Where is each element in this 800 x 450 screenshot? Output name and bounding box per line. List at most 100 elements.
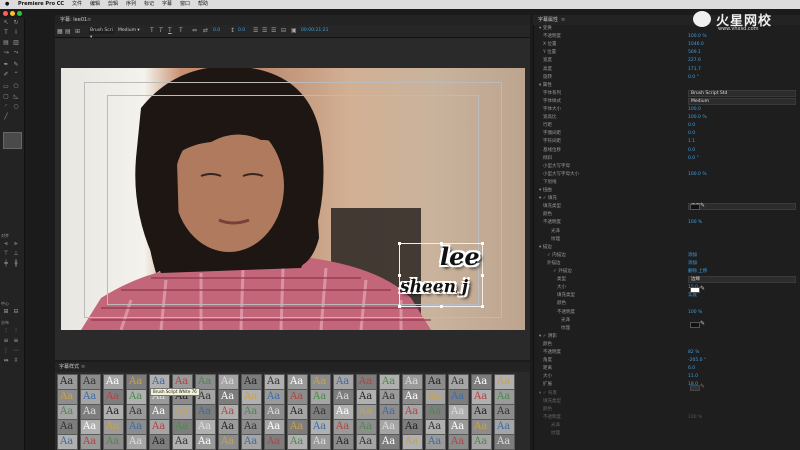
prop-dropdown[interactable]: Brush Script Std bbox=[688, 89, 796, 97]
style-swatch[interactable]: Aa bbox=[103, 404, 124, 420]
title-text-line-2[interactable]: sheen j bbox=[400, 277, 468, 297]
style-swatch[interactable]: Aa bbox=[57, 434, 78, 450]
eyedropper-icon[interactable]: ✎ bbox=[700, 202, 705, 209]
roll-crawl-icon[interactable]: ▤ bbox=[65, 28, 71, 35]
style-swatch[interactable]: Aa bbox=[310, 404, 331, 420]
prop-value[interactable]: 添加 bbox=[688, 252, 697, 259]
style-swatch[interactable]: Aa bbox=[126, 404, 147, 420]
style-swatch[interactable]: Aa bbox=[379, 389, 400, 405]
tab-title-properties[interactable]: 字幕属性 bbox=[538, 15, 558, 25]
style-swatch[interactable]: Aa bbox=[494, 404, 515, 420]
menu-window[interactable]: 窗口 bbox=[180, 0, 190, 9]
shadow-color-swatch[interactable] bbox=[690, 322, 700, 328]
style-swatch[interactable]: Aa bbox=[310, 389, 331, 405]
center-horizontal-icon[interactable]: ⊞ bbox=[3, 309, 9, 315]
style-swatch[interactable]: Aa bbox=[310, 434, 331, 450]
style-swatch[interactable]: Aa bbox=[425, 419, 446, 435]
style-swatch[interactable]: Aa bbox=[126, 374, 147, 390]
distribute-right-icon[interactable]: ⫶ bbox=[13, 328, 19, 334]
style-swatch[interactable]: Aa bbox=[356, 419, 377, 435]
align-left-icon[interactable]: ⫷ bbox=[3, 241, 9, 247]
prop-value[interactable]: 569.1 bbox=[688, 49, 701, 56]
handle-bl[interactable] bbox=[398, 305, 401, 308]
prop-dropdown[interactable]: Medium bbox=[688, 97, 796, 105]
style-swatch[interactable]: Aa bbox=[494, 374, 515, 390]
style-swatch[interactable]: Aa bbox=[103, 419, 124, 435]
style-swatch[interactable]: Aa bbox=[448, 419, 469, 435]
align-right-icon[interactable]: ⫸ bbox=[13, 241, 19, 247]
prop-value[interactable]: 0.0 bbox=[688, 147, 695, 154]
props-menu-icon[interactable]: ≡ bbox=[561, 15, 565, 25]
bold-icon[interactable]: T bbox=[150, 27, 154, 34]
style-swatch[interactable]: Aa bbox=[356, 374, 377, 390]
handle-tm[interactable] bbox=[440, 242, 443, 245]
background-eyedropper-icon[interactable]: ✎ bbox=[700, 383, 705, 390]
menu-marker[interactable]: 标记 bbox=[144, 0, 154, 9]
add-anchor-tool-icon[interactable]: ✐ bbox=[3, 72, 9, 78]
tab-stops-toolbar-icon[interactable]: ⊟ bbox=[281, 27, 286, 34]
style-swatch[interactable]: Aa bbox=[126, 389, 147, 405]
align-bottom-icon[interactable]: ⊥ bbox=[13, 251, 19, 257]
prop-value[interactable]: 1.1 bbox=[688, 138, 695, 145]
style-swatch[interactable]: Aa bbox=[471, 389, 492, 405]
style-swatch[interactable]: Aa bbox=[218, 374, 239, 390]
style-swatch[interactable]: Aa bbox=[448, 374, 469, 390]
style-swatch[interactable]: Aa bbox=[264, 419, 285, 435]
wedge-tool-icon[interactable]: ◺ bbox=[13, 94, 19, 100]
prop-value[interactable]: 100.0 % bbox=[688, 33, 707, 40]
style-swatch[interactable]: Aa bbox=[149, 419, 170, 435]
line-tool-icon[interactable]: ╱ bbox=[3, 114, 9, 120]
style-swatch[interactable]: Aa bbox=[379, 434, 400, 450]
style-swatch[interactable]: Aa bbox=[218, 434, 239, 450]
leading-icon[interactable]: ↕ bbox=[230, 27, 235, 34]
style-swatch[interactable]: Aa bbox=[494, 434, 515, 450]
style-swatch[interactable]: Aa bbox=[80, 374, 101, 390]
apple-icon[interactable]: ● bbox=[5, 0, 9, 9]
style-swatch[interactable]: Aa bbox=[241, 404, 262, 420]
style-swatch[interactable]: Aa bbox=[425, 434, 446, 450]
kerning-icon[interactable]: ⇔ bbox=[192, 27, 197, 34]
style-swatch[interactable]: Aa bbox=[402, 404, 423, 420]
style-swatch[interactable]: Aa bbox=[494, 419, 515, 435]
style-swatch[interactable]: Aa bbox=[333, 374, 354, 390]
timecode[interactable]: 00:00:21:21 bbox=[301, 28, 328, 33]
prop-value[interactable]: 删除 上移 bbox=[688, 268, 707, 275]
distribute-spacing-icon[interactable]: ⇹ bbox=[3, 358, 9, 364]
style-swatch[interactable]: Aa bbox=[356, 389, 377, 405]
style-swatch[interactable]: Aa bbox=[264, 404, 285, 420]
style-swatch[interactable]: Aa bbox=[425, 404, 446, 420]
style-swatch[interactable]: Aa bbox=[195, 434, 216, 450]
shadow-eyedropper-icon[interactable]: ✎ bbox=[700, 320, 705, 327]
style-swatch[interactable]: Aa bbox=[402, 434, 423, 450]
prop-value[interactable]: 0.0 bbox=[688, 122, 695, 129]
font-family-dropdown[interactable]: Brush Scri ▾ bbox=[89, 27, 114, 40]
rounded-rectangle-tool-icon[interactable]: ▢ bbox=[3, 94, 9, 100]
distribute-middle-icon[interactable]: ⋯ bbox=[13, 348, 19, 354]
menu-edit[interactable]: 编辑 bbox=[90, 0, 100, 9]
style-swatch[interactable]: Aa bbox=[471, 419, 492, 435]
area-type-tool-icon[interactable]: ▤ bbox=[3, 40, 9, 46]
style-swatch[interactable]: Aa bbox=[402, 389, 423, 405]
align-right-text-icon[interactable]: ☰ bbox=[271, 27, 276, 34]
prop-value[interactable]: 0.0 ° bbox=[688, 155, 699, 162]
vertical-path-type-tool-icon[interactable]: ⤳ bbox=[13, 50, 19, 56]
app-name[interactable]: Premiere Pro CC bbox=[18, 0, 64, 9]
style-swatch[interactable]: Aa bbox=[471, 434, 492, 450]
tracking-icon[interactable]: ⇄ bbox=[203, 27, 208, 34]
style-swatch[interactable]: Aa bbox=[195, 404, 216, 420]
handle-tl[interactable] bbox=[398, 242, 401, 245]
show-video-icon[interactable]: ▣ bbox=[291, 27, 297, 34]
style-swatch[interactable]: Aa bbox=[80, 419, 101, 435]
style-swatch[interactable]: Aa bbox=[448, 404, 469, 420]
style-swatch[interactable]: Aa bbox=[195, 419, 216, 435]
style-swatch[interactable]: Aa bbox=[57, 389, 78, 405]
style-swatch[interactable]: Aa bbox=[103, 389, 124, 405]
style-swatch[interactable]: Aa bbox=[172, 419, 193, 435]
prop-value[interactable]: 100 % bbox=[688, 414, 702, 421]
close-window-button[interactable] bbox=[3, 11, 8, 16]
style-swatch[interactable]: Aa bbox=[80, 389, 101, 405]
handle-mr[interactable] bbox=[481, 274, 484, 277]
style-swatch[interactable]: Aa bbox=[241, 389, 262, 405]
style-swatch[interactable]: Aa bbox=[80, 404, 101, 420]
style-swatch[interactable]: Aa bbox=[172, 434, 193, 450]
